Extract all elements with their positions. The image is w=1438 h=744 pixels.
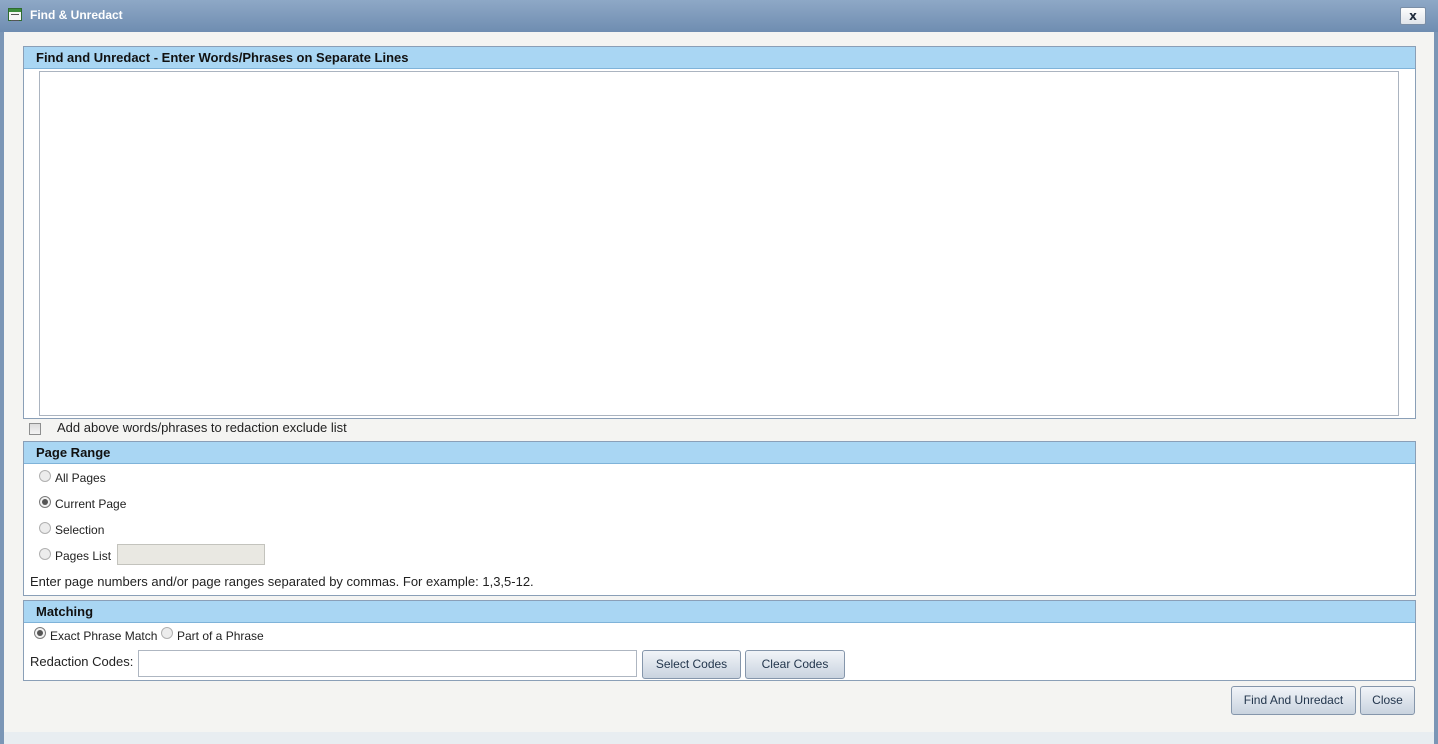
window-border-right bbox=[1434, 32, 1438, 744]
select-codes-button[interactable]: Select Codes bbox=[642, 650, 741, 679]
words-phrases-textarea[interactable] bbox=[39, 71, 1399, 416]
part-of-phrase-label: Part of a Phrase bbox=[177, 629, 264, 643]
find-and-unredact-button[interactable]: Find And Unredact bbox=[1231, 686, 1356, 715]
redaction-codes-label: Redaction Codes: bbox=[30, 654, 134, 669]
find-panel-header: Find and Unredact - Enter Words/Phrases … bbox=[24, 47, 1415, 69]
pages-list-radio[interactable] bbox=[39, 548, 51, 560]
exclude-list-label: Add above words/phrases to redaction exc… bbox=[57, 420, 347, 435]
matching-header: Matching bbox=[24, 601, 1415, 623]
current-page-radio[interactable] bbox=[39, 496, 51, 508]
all-pages-radio[interactable] bbox=[39, 470, 51, 482]
pages-list-input[interactable] bbox=[117, 544, 265, 565]
window-title: Find & Unredact bbox=[30, 8, 123, 22]
pages-list-label: Pages List bbox=[55, 549, 112, 563]
part-of-phrase-radio[interactable] bbox=[161, 627, 173, 639]
find-panel: Find and Unredact - Enter Words/Phrases … bbox=[23, 46, 1416, 419]
page-range-header: Page Range bbox=[24, 442, 1415, 464]
clear-codes-button[interactable]: Clear Codes bbox=[745, 650, 845, 679]
selection-label: Selection bbox=[55, 523, 105, 537]
exact-phrase-radio[interactable] bbox=[34, 627, 46, 639]
current-page-label: Current Page bbox=[55, 497, 127, 511]
exclude-list-checkbox[interactable] bbox=[29, 423, 41, 435]
page-range-panel: Page Range bbox=[23, 441, 1416, 596]
dialog-footer-band bbox=[4, 732, 1434, 744]
all-pages-label: All Pages bbox=[55, 471, 106, 485]
redaction-codes-input[interactable] bbox=[138, 650, 637, 677]
title-bar: Find & Unredact x bbox=[0, 0, 1438, 33]
close-window-button[interactable]: x bbox=[1400, 7, 1426, 25]
close-button[interactable]: Close bbox=[1360, 686, 1415, 715]
page-range-hint: Enter page numbers and/or page ranges se… bbox=[30, 574, 534, 589]
exact-phrase-label: Exact Phrase Match bbox=[50, 629, 158, 643]
selection-radio[interactable] bbox=[39, 522, 51, 534]
window-icon bbox=[8, 8, 22, 21]
